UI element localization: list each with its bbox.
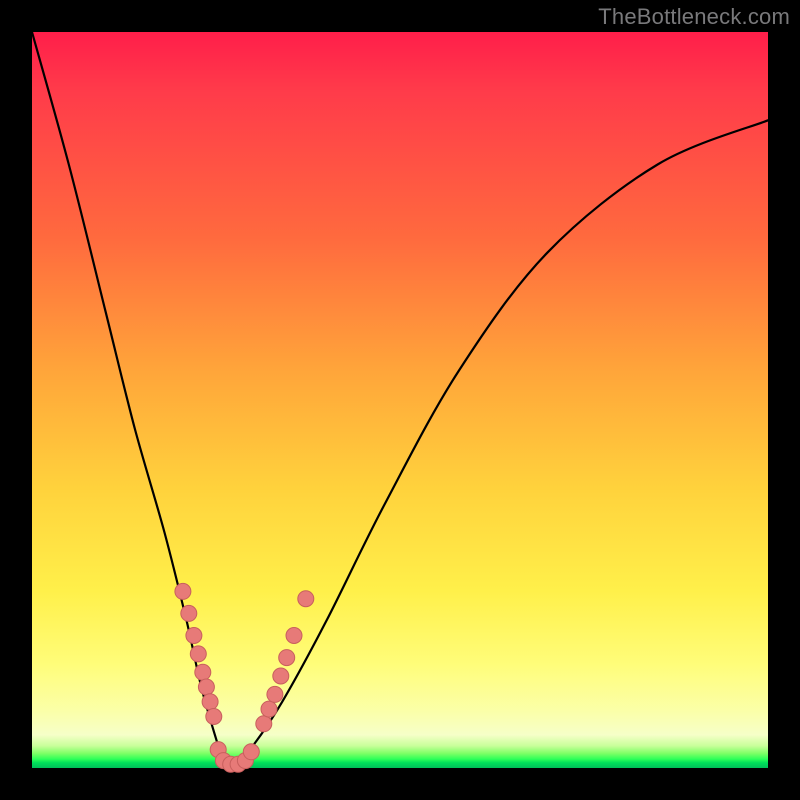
bead-layer <box>175 583 314 772</box>
bead-marker <box>190 646 206 662</box>
bead-marker <box>298 591 314 607</box>
bead-marker <box>286 628 302 644</box>
bottleneck-curve-path <box>32 32 768 768</box>
watermark-text: TheBottleneck.com <box>598 4 790 30</box>
bead-marker <box>195 664 211 680</box>
bead-marker <box>267 686 283 702</box>
bead-marker <box>279 650 295 666</box>
bead-marker <box>175 583 191 599</box>
bead-marker <box>273 668 289 684</box>
bead-marker <box>243 744 259 760</box>
chart-frame: TheBottleneck.com <box>0 0 800 800</box>
curve-svg <box>32 32 768 768</box>
bead-marker <box>261 701 277 717</box>
bead-marker <box>256 716 272 732</box>
bead-marker <box>206 709 222 725</box>
bead-marker <box>181 605 197 621</box>
bead-marker <box>198 679 214 695</box>
bead-marker <box>202 694 218 710</box>
plot-area <box>32 32 768 768</box>
bead-marker <box>186 628 202 644</box>
